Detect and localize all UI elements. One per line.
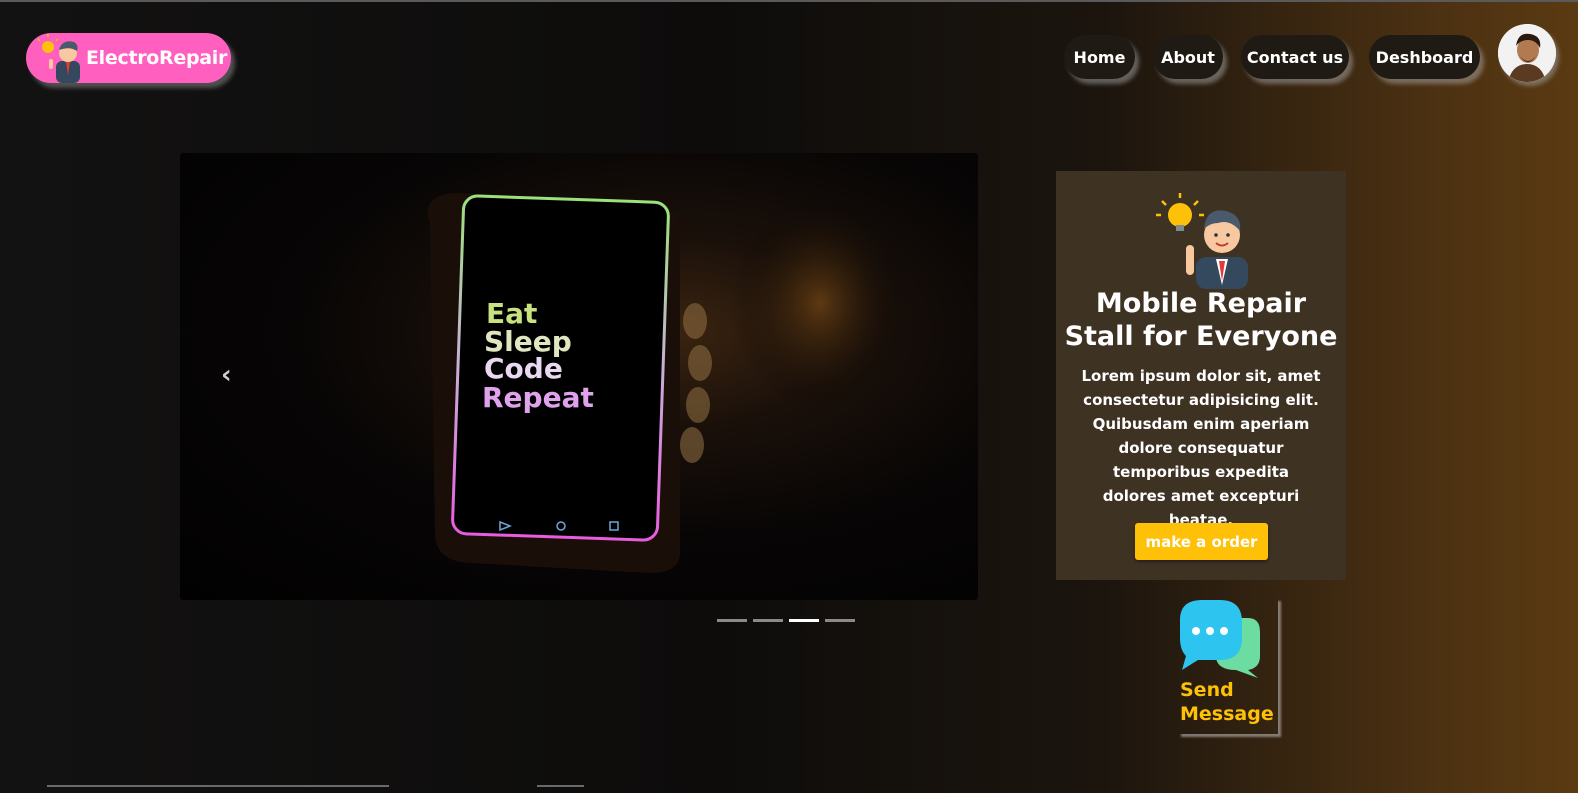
- send-message-label: Send Message: [1180, 678, 1274, 726]
- screen-line-4: Repeat: [482, 381, 594, 414]
- horizontal-scrollbar-thumb[interactable]: [537, 785, 584, 787]
- hero-carousel[interactable]: Eat Sleep Code Repeat: [180, 153, 978, 600]
- carousel-prev-button[interactable]: ‹: [221, 360, 232, 390]
- carousel-slide-image: Eat Sleep Code Repeat: [428, 193, 910, 573]
- businessman-lightbulb-icon: [1156, 193, 1248, 289]
- promo-card: Mobile Repair Stall for Everyone Lorem i…: [1056, 171, 1346, 580]
- carousel-indicator-1[interactable]: [717, 619, 747, 622]
- user-avatar-icon: [1498, 24, 1556, 82]
- send-message-line-1: Send: [1180, 679, 1234, 701]
- brand-logo-button[interactable]: ElectroRepair: [26, 33, 231, 83]
- card-title-line-2: Stall for Everyone: [1064, 321, 1338, 352]
- send-message-line-2: Message: [1180, 703, 1274, 725]
- carousel-indicator-4[interactable]: [825, 619, 855, 622]
- carousel-indicators: [717, 619, 855, 622]
- send-message-button[interactable]: Send Message: [1178, 598, 1278, 734]
- make-order-button[interactable]: make a order: [1135, 523, 1268, 560]
- chat-bubbles-icon: [1180, 600, 1260, 678]
- top-border: [0, 0, 1578, 2]
- nav-dashboard-button[interactable]: Deshboard: [1369, 35, 1480, 79]
- brand-name: ElectroRepair: [86, 47, 228, 69]
- user-avatar[interactable]: [1498, 24, 1556, 82]
- businessman-lightbulb-icon: [37, 34, 80, 83]
- card-description: Lorem ipsum dolor sit, amet consectetur …: [1081, 367, 1321, 529]
- card-title: Mobile Repair Stall for Everyone: [1056, 287, 1346, 353]
- card-title-line-1: Mobile Repair: [1095, 288, 1307, 319]
- nav-contact-button[interactable]: Contact us: [1241, 35, 1349, 79]
- nav-home-button[interactable]: Home: [1064, 35, 1135, 79]
- nav-about-button[interactable]: About: [1153, 35, 1223, 79]
- horizontal-scrollbar[interactable]: [47, 785, 389, 787]
- chevron-left-icon: ‹: [221, 360, 232, 390]
- carousel-indicator-2[interactable]: [753, 619, 783, 622]
- carousel-indicator-3[interactable]: [789, 619, 819, 622]
